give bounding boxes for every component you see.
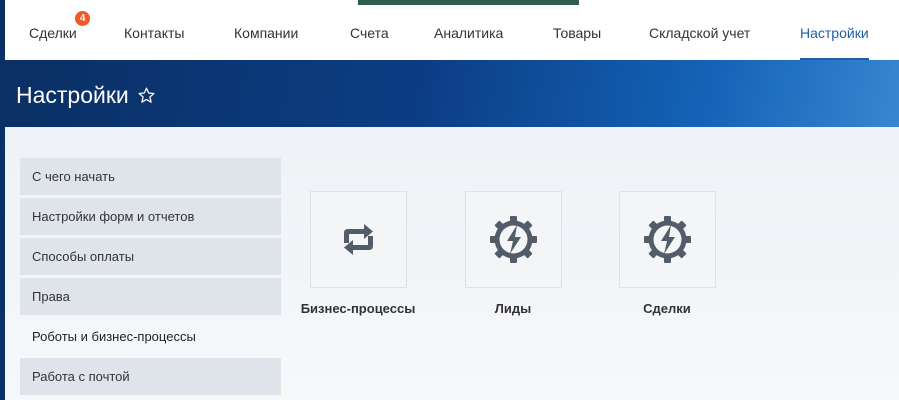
nav-item-label: Складской учет: [649, 25, 751, 41]
nav-item-products[interactable]: Товары: [553, 0, 601, 60]
settings-sidebar: С чего начать Настройки форм и отчетов С…: [20, 158, 281, 398]
gear-lightning-icon: [644, 216, 691, 263]
page-header: Настройки: [16, 80, 156, 110]
sidebar-item-getting-started[interactable]: С чего начать: [20, 158, 281, 195]
settings-content: С чего начать Настройки форм и отчетов С…: [5, 127, 899, 400]
tile-business-processes[interactable]: [310, 191, 407, 288]
nav-item-label: Товары: [553, 25, 602, 41]
star-icon[interactable]: [137, 86, 156, 105]
sidebar-item-permissions[interactable]: Права: [20, 278, 281, 315]
nav-item-label: Компании: [234, 25, 299, 41]
nav-item-contacts[interactable]: Контакты: [124, 0, 184, 60]
sidebar-item-forms-reports[interactable]: Настройки форм и отчетов: [20, 198, 281, 235]
nav-item-settings[interactable]: Настройки: [800, 0, 869, 60]
top-navigation: Сделки 4 Контакты Компании Счета Аналити…: [5, 0, 899, 60]
tile-label: Бизнес-процессы: [300, 301, 416, 316]
nav-item-label: Контакты: [124, 25, 185, 41]
nav-item-label: Счета: [350, 25, 389, 41]
tile-label: Лиды: [494, 301, 532, 316]
sidebar-item-payment-methods[interactable]: Способы оплаты: [20, 238, 281, 275]
tile-leads[interactable]: [465, 191, 562, 288]
sidebar-item-robots-processes[interactable]: Роботы и бизнес-процессы: [20, 318, 281, 355]
notification-badge: 4: [75, 11, 90, 26]
nav-item-label: Настройки: [800, 25, 869, 41]
tile-deals[interactable]: [619, 191, 716, 288]
nav-item-label: Аналитика: [434, 25, 504, 41]
gear-lightning-icon: [490, 216, 537, 263]
nav-item-invoices[interactable]: Счета: [350, 0, 389, 60]
nav-item-label: Сделки: [29, 25, 77, 41]
nav-item-analytics[interactable]: Аналитика: [434, 0, 503, 60]
nav-item-deals[interactable]: Сделки 4: [29, 0, 90, 60]
tile-label: Сделки: [643, 301, 691, 316]
sidebar-item-email[interactable]: Работа с почтой: [20, 358, 281, 395]
refresh-icon: [344, 224, 373, 255]
page-title: Настройки: [16, 81, 129, 108]
nav-item-inventory[interactable]: Складской учет: [649, 0, 750, 60]
nav-item-companies[interactable]: Компании: [234, 0, 298, 60]
